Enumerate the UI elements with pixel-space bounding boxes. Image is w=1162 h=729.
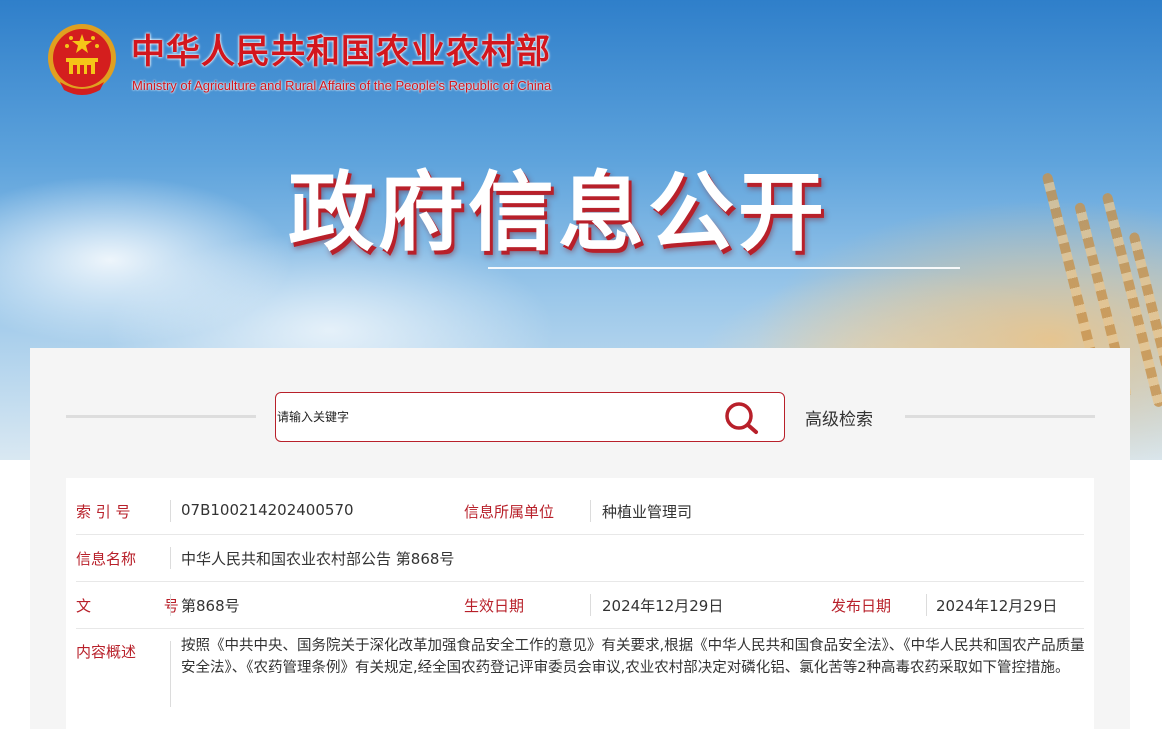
publish-label: 发布日期: [831, 597, 892, 615]
table-row: 内容概述 按照《中共中央、国务院关于深化改革加强食品安全工作的意见》有关要求,根…: [76, 629, 1085, 719]
divider: [590, 500, 591, 522]
advanced-search-link[interactable]: 高级检索: [805, 405, 873, 430]
divider: [170, 594, 171, 616]
search-icon[interactable]: [722, 399, 762, 437]
table-row: 信息名称 中华人民共和国农业农村部公告 第868号: [76, 535, 1084, 582]
unit-label: 信息所属单位: [464, 503, 555, 521]
hero-title: 政府信息公开: [288, 163, 828, 263]
name-label: 信息名称: [76, 550, 137, 568]
divider: [66, 415, 256, 418]
table-row: 文 号 第868号 生效日期 2024年12月29日 发布日期 2024年12月…: [76, 582, 1084, 629]
ministry-name-en: Ministry of Agriculture and Rural Affair…: [132, 78, 552, 93]
name-value: 中华人民共和国农业农村部公告 第868号: [181, 550, 455, 568]
search-box: [275, 392, 785, 442]
divider: [170, 641, 171, 707]
national-emblem-icon: [48, 24, 116, 95]
effective-label: 生效日期: [464, 597, 525, 615]
doc-value: 第868号: [181, 597, 240, 615]
table-row: 索 引 号 07B100214202400570 信息所属单位 种植业管理司: [76, 488, 1084, 535]
ministry-name-cn: 中华人民共和国农业农村部: [131, 32, 551, 72]
divider: [926, 594, 927, 616]
divider: [905, 415, 1095, 418]
summary-text: 按照《中共中央、国务院关于深化改革加强食品安全工作的意见》有关要求,根据《中华人…: [181, 638, 1085, 676]
divider: [590, 594, 591, 616]
summary-label: 内容概述: [76, 643, 137, 661]
effective-value: 2024年12月29日: [602, 597, 724, 615]
unit-value: 种植业管理司: [602, 503, 693, 521]
info-table: 索 引 号 07B100214202400570 信息所属单位 种植业管理司 信…: [66, 478, 1094, 729]
search-input[interactable]: [277, 394, 707, 440]
divider: [170, 500, 171, 522]
hero-divider: [488, 267, 960, 269]
index-value: 07B100214202400570: [181, 501, 354, 519]
index-label: 索 引 号: [76, 503, 131, 521]
publish-value: 2024年12月29日: [936, 597, 1058, 615]
divider: [170, 547, 171, 569]
